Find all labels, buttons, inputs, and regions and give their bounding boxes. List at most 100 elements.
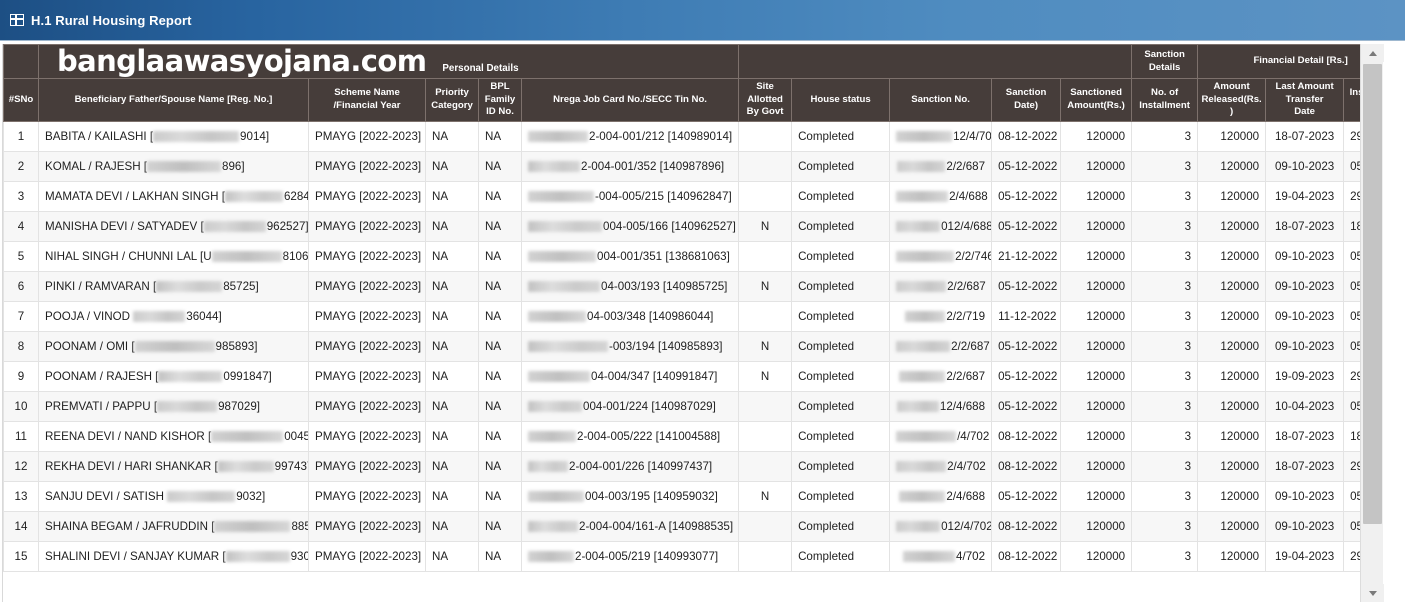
redacted-value xyxy=(212,251,282,262)
cell-nrega-job-card: 2-004-001/352 [140987896] xyxy=(522,151,739,181)
redacted-value xyxy=(905,311,945,322)
table-row[interactable]: 6PINKI / RAMVARAN [85725]PMAYG [2022-202… xyxy=(4,271,1384,301)
cell-house-status: Completed xyxy=(792,301,890,331)
table-row[interactable]: 1BABITA / KAILASHI [9014]PMAYG [2022-202… xyxy=(4,121,1384,151)
cell-bpl-family-id: NA xyxy=(479,451,522,481)
cell-site-allotted: N xyxy=(739,211,792,241)
cell-beneficiary: NIHAL SINGH / CHUNNI LAL [U81063] xyxy=(39,241,309,271)
cell-sanction-date: 11-12-2022 xyxy=(992,301,1061,331)
table-row[interactable]: 8POONAM / OMI [985893]PMAYG [2022-2023]N… xyxy=(4,331,1384,361)
col-sanctioned-amount[interactable]: Sanctioned Amount(Rs.) xyxy=(1061,79,1132,122)
cell-house-status: Completed xyxy=(792,361,890,391)
col-site-allotted[interactable]: Site Allotted By Govt xyxy=(739,79,792,122)
redacted-value xyxy=(157,401,217,412)
redacted-value xyxy=(218,461,274,472)
col-scheme-name[interactable]: Scheme Name /Financial Year xyxy=(309,79,426,122)
cell-house-status: Completed xyxy=(792,241,890,271)
header-blank-mid xyxy=(739,45,1132,79)
col-last-amount-transfer-date[interactable]: Last Amount Transfer Date xyxy=(1266,79,1344,122)
table-row[interactable]: 7POOJA / VINOD 36044]PMAYG [2022-2023]NA… xyxy=(4,301,1384,331)
scrollbar-thumb[interactable] xyxy=(1363,64,1382,524)
cell-sanctioned-amount: 120000 xyxy=(1061,421,1132,451)
cell-site-allotted xyxy=(739,301,792,331)
cell-bpl-family-id: NA xyxy=(479,361,522,391)
col-sanction-date[interactable]: Sanction Date) xyxy=(992,79,1061,122)
table-row[interactable]: 12REKHA DEVI / HARI SHANKAR [997437]PMAY… xyxy=(4,451,1384,481)
cell-sanction-no: 2/2/719 xyxy=(890,301,992,331)
cell-sanction-date: 08-12-2022 xyxy=(992,421,1061,451)
vertical-scrollbar[interactable] xyxy=(1360,44,1383,602)
table-row[interactable]: 4MANISHA DEVI / SATYADEV [962527]PMAYG [… xyxy=(4,211,1384,241)
cell-house-status: Completed xyxy=(792,151,890,181)
cell-site-allotted xyxy=(739,511,792,541)
cell-site-allotted xyxy=(739,151,792,181)
redacted-value xyxy=(133,311,185,322)
header-group-row: banglaawasyojana.com Personal Details Sa… xyxy=(4,45,1384,79)
cell-sno: 11 xyxy=(4,421,39,451)
redacted-value xyxy=(528,191,594,202)
redacted-value xyxy=(896,281,946,292)
scroll-down-arrow-icon[interactable] xyxy=(1361,584,1384,602)
cell-sanction-date: 05-12-2022 xyxy=(992,361,1061,391)
redacted-value xyxy=(167,491,235,502)
col-sanction-no[interactable]: Sanction No. xyxy=(890,79,992,122)
cell-last-amount-transfer-date: 09-10-2023 xyxy=(1266,331,1344,361)
cell-nrega-job-card: 2-004-001/212 [140989014] xyxy=(522,121,739,151)
scroll-up-arrow-icon[interactable] xyxy=(1361,44,1384,62)
cell-sanction-no: /4/702 xyxy=(890,421,992,451)
col-sno[interactable]: #SNo xyxy=(4,79,39,122)
redacted-value xyxy=(896,521,940,532)
cell-site-allotted xyxy=(739,541,792,571)
table-row[interactable]: 13SANJU DEVI / SATISH 9032]PMAYG [2022-2… xyxy=(4,481,1384,511)
redacted-value xyxy=(211,431,283,442)
table-row[interactable]: 15SHALINI DEVI / SANJAY KUMAR [93077]PMA… xyxy=(4,541,1384,571)
col-nrega-job-card[interactable]: Nrega Job Card No./SECC Tin No. xyxy=(522,79,739,122)
redacted-value xyxy=(204,221,266,232)
cell-sanction-date: 05-12-2022 xyxy=(992,271,1061,301)
cell-no-of-installment: 3 xyxy=(1132,241,1198,271)
redacted-value xyxy=(528,521,578,532)
col-no-of-installment[interactable]: No. of Installment xyxy=(1132,79,1198,122)
cell-sno: 7 xyxy=(4,301,39,331)
cell-bpl-family-id: NA xyxy=(479,421,522,451)
cell-sanctioned-amount: 120000 xyxy=(1061,121,1132,151)
table-row[interactable]: 10PREMVATI / PAPPU [987029]PMAYG [2022-2… xyxy=(4,391,1384,421)
cell-no-of-installment: 3 xyxy=(1132,331,1198,361)
cell-scheme-name: PMAYG [2022-2023] xyxy=(309,331,426,361)
col-priority-category[interactable]: Priority Category xyxy=(426,79,479,122)
col-house-status[interactable]: House status xyxy=(792,79,890,122)
table-row[interactable]: 3MAMATA DEVI / LAKHAN SINGH [62847]PMAYG… xyxy=(4,181,1384,211)
cell-scheme-name: PMAYG [2022-2023] xyxy=(309,121,426,151)
col-amount-released[interactable]: Amount Released(Rs.) xyxy=(1198,79,1266,122)
cell-sno: 5 xyxy=(4,241,39,271)
cell-last-amount-transfer-date: 19-09-2023 xyxy=(1266,361,1344,391)
cell-amount-released: 120000 xyxy=(1198,121,1266,151)
table-row[interactable]: 14SHAINA BEGAM / JAFRUDDIN [88535]PMAYG … xyxy=(4,511,1384,541)
cell-no-of-installment: 3 xyxy=(1132,481,1198,511)
table-row[interactable]: 5NIHAL SINGH / CHUNNI LAL [U81063]PMAYG … xyxy=(4,241,1384,271)
cell-sanctioned-amount: 120000 xyxy=(1061,271,1132,301)
cell-scheme-name: PMAYG [2022-2023] xyxy=(309,511,426,541)
report-grid-viewport[interactable]: banglaawasyojana.com Personal Details Sa… xyxy=(2,44,1383,602)
cell-site-allotted xyxy=(739,451,792,481)
cell-priority-category: NA xyxy=(426,151,479,181)
cell-sanction-date: 08-12-2022 xyxy=(992,121,1061,151)
cell-house-status: Completed xyxy=(792,121,890,151)
cell-bpl-family-id: NA xyxy=(479,241,522,271)
cell-scheme-name: PMAYG [2022-2023] xyxy=(309,421,426,451)
col-beneficiary[interactable]: Beneficiary Father/Spouse Name [Reg. No.… xyxy=(39,79,309,122)
redacted-value xyxy=(528,491,584,502)
cell-site-allotted: N xyxy=(739,481,792,511)
cell-no-of-installment: 3 xyxy=(1132,451,1198,481)
table-row[interactable]: 2KOMAL / RAJESH [896]PMAYG [2022-2023]NA… xyxy=(4,151,1384,181)
table-row[interactable]: 9POONAM / RAJESH [0991847]PMAYG [2022-20… xyxy=(4,361,1384,391)
cell-beneficiary: SHALINI DEVI / SANJAY KUMAR [93077] xyxy=(39,541,309,571)
cell-priority-category: NA xyxy=(426,541,479,571)
cell-amount-released: 120000 xyxy=(1198,451,1266,481)
cell-priority-category: NA xyxy=(426,451,479,481)
table-row[interactable]: 11REENA DEVI / NAND KISHOR [004588]PMAYG… xyxy=(4,421,1384,451)
col-bpl-family-id[interactable]: BPL Family ID No. xyxy=(479,79,522,122)
cell-sanctioned-amount: 120000 xyxy=(1061,511,1132,541)
cell-no-of-installment: 3 xyxy=(1132,211,1198,241)
cell-site-allotted: N xyxy=(739,331,792,361)
